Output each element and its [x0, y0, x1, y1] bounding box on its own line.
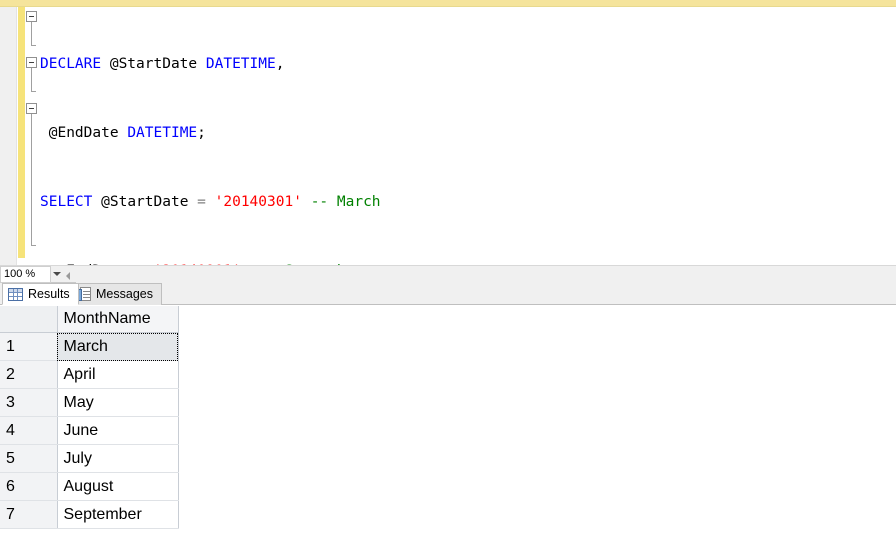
- table-row[interactable]: 2 April: [0, 361, 178, 389]
- row-number[interactable]: 1: [0, 333, 57, 361]
- editor-outlining-margin[interactable]: [25, 7, 40, 265]
- ssms-query-window: DECLARE @StartDate DATETIME, @EndDate DA…: [0, 0, 896, 551]
- cell-monthname[interactable]: September: [57, 501, 178, 529]
- results-grid[interactable]: MonthName 1 March 2 April 3 May 4: [0, 306, 896, 551]
- table-row[interactable]: 1 March: [0, 333, 178, 361]
- table-row[interactable]: 4 June: [0, 417, 178, 445]
- row-number[interactable]: 5: [0, 445, 57, 473]
- row-number[interactable]: 3: [0, 389, 57, 417]
- results-table[interactable]: MonthName 1 March 2 April 3 May 4: [0, 306, 179, 529]
- cell-monthname[interactable]: May: [57, 389, 178, 417]
- scroll-left-arrow-icon[interactable]: [66, 272, 70, 280]
- outline-collapse-box-2[interactable]: [26, 57, 37, 68]
- row-number[interactable]: 6: [0, 473, 57, 501]
- outline-collapse-box-3[interactable]: [26, 103, 37, 114]
- outline-connector-2: [31, 68, 32, 91]
- outline-endtick-3: [31, 245, 36, 246]
- grid-icon: [8, 288, 23, 301]
- outline-collapse-box-1[interactable]: [26, 11, 37, 22]
- tab-messages-label: Messages: [96, 287, 153, 301]
- outline-connector-1: [31, 22, 32, 45]
- results-tab-bar[interactable]: Results Messages: [0, 283, 896, 305]
- code-line-1[interactable]: DECLARE @StartDate DATETIME,: [40, 53, 896, 76]
- sql-editor[interactable]: DECLARE @StartDate DATETIME, @EndDate DA…: [0, 7, 896, 265]
- column-header-rownum[interactable]: [0, 306, 57, 333]
- horizontal-scrollbar[interactable]: [76, 266, 896, 283]
- outline-endtick-1: [31, 45, 36, 46]
- sql-code-text[interactable]: DECLARE @StartDate DATETIME, @EndDate DA…: [40, 7, 896, 265]
- editor-selection-margin[interactable]: [0, 7, 17, 265]
- cell-monthname[interactable]: June: [57, 417, 178, 445]
- tab-results[interactable]: Results: [2, 283, 79, 305]
- row-number[interactable]: 7: [0, 501, 57, 529]
- table-header-row: MonthName: [0, 306, 178, 333]
- column-header-monthname[interactable]: MonthName: [57, 306, 178, 333]
- tab-messages[interactable]: Messages: [70, 283, 162, 305]
- chevron-down-icon[interactable]: [53, 272, 61, 276]
- editor-status-bar: 100 %: [0, 265, 896, 283]
- cell-monthname[interactable]: August: [57, 473, 178, 501]
- editor-change-indicator-bar: [18, 7, 25, 258]
- zoom-level-combobox[interactable]: 100 %: [0, 266, 51, 283]
- outline-endtick-2: [31, 91, 36, 92]
- document-tab-strip[interactable]: [0, 0, 896, 7]
- table-row[interactable]: 5 July: [0, 445, 178, 473]
- cell-monthname[interactable]: March: [57, 333, 178, 361]
- table-row[interactable]: 3 May: [0, 389, 178, 417]
- code-line-3[interactable]: SELECT @StartDate = '20140301' -- March: [40, 191, 896, 214]
- tab-results-label: Results: [28, 287, 70, 301]
- table-row[interactable]: 6 August: [0, 473, 178, 501]
- table-row[interactable]: 7 September: [0, 501, 178, 529]
- row-number[interactable]: 4: [0, 417, 57, 445]
- code-line-2[interactable]: @EndDate DATETIME;: [40, 122, 896, 145]
- outline-connector-3: [31, 114, 32, 245]
- cell-monthname[interactable]: April: [57, 361, 178, 389]
- row-number[interactable]: 2: [0, 361, 57, 389]
- cell-monthname[interactable]: July: [57, 445, 178, 473]
